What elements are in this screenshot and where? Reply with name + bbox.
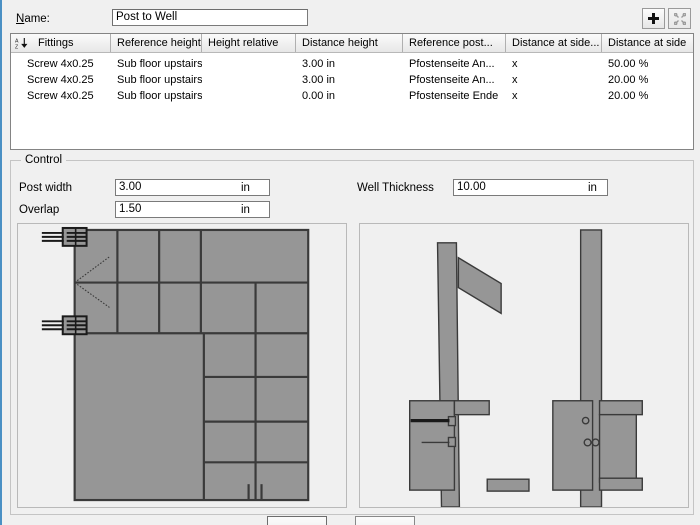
cell-reference-height: Sub floor upstairs (117, 90, 202, 102)
cell-distance-at-side-2: 20.00 % (608, 90, 649, 102)
cell-height-relative (202, 56, 296, 72)
delete-cross-icon (673, 12, 686, 25)
plan-view-body (73, 228, 310, 502)
cell-fittings: Screw 4x0.25 (27, 74, 94, 86)
control-group-title: Control (21, 154, 67, 166)
column-header-distance-height[interactable]: Distance height (296, 34, 403, 52)
cell-reference-post: Pfostenseite Ende (409, 90, 499, 102)
svg-text:A: A (15, 38, 19, 44)
post-width-label: Post width (19, 182, 73, 194)
post-width-unit: in (241, 182, 250, 194)
column-header-distance-at-side-1[interactable]: Distance at side... (506, 34, 602, 52)
screw-symbol-middle (41, 315, 88, 336)
footer-primary-button[interactable] (267, 516, 327, 525)
cell-distance-at-side-1: x (512, 90, 518, 102)
plan-view-panel[interactable] (17, 223, 347, 508)
table-body: Screw 4x0.25 Sub floor upstairs 3.00 in … (11, 56, 693, 104)
column-header-reference-height[interactable]: Reference height (111, 34, 202, 52)
well-thickness-unit: in (588, 182, 597, 194)
screw-symbol-top (41, 226, 88, 247)
well-thickness-label: Well Thickness (357, 182, 434, 194)
name-input[interactable] (112, 9, 308, 26)
svg-text:Z: Z (15, 44, 18, 49)
cell-reference-post: Pfostenseite An... (409, 58, 495, 70)
cell-height-relative (202, 88, 296, 104)
plus-icon (648, 13, 659, 24)
section-view-panel[interactable] (359, 223, 689, 508)
sort-az-descending-icon: A Z (15, 37, 28, 50)
delete-fitting-button[interactable] (668, 8, 691, 29)
table-header-row: A Z Fittings Reference height Height rel… (11, 34, 693, 53)
column-header-reference-post[interactable]: Reference post... (403, 34, 506, 52)
overlap-unit: in (241, 204, 250, 216)
cell-distance-height: 0.00 in (302, 90, 336, 102)
cell-fittings: Screw 4x0.25 (27, 58, 94, 70)
cell-distance-at-side-1: x (512, 74, 518, 86)
cell-reference-height: Sub floor upstairs (117, 74, 202, 86)
footer-secondary-button[interactable] (355, 516, 415, 525)
cell-reference-post: Pfostenseite An... (409, 74, 495, 86)
add-fitting-button[interactable] (642, 8, 665, 29)
cell-reference-height: Sub floor upstairs (117, 58, 202, 70)
name-label: Name: (16, 13, 50, 25)
cell-distance-height: 3.00 in (302, 74, 336, 86)
fittings-table[interactable]: A Z Fittings Reference height Height rel… (10, 33, 694, 150)
table-row[interactable]: Screw 4x0.25 Sub floor upstairs 3.00 in … (11, 72, 693, 88)
column-header-height-relative[interactable]: Height relative (202, 34, 296, 52)
name-label-text: ame: (24, 13, 50, 25)
section-right-assembly (552, 229, 643, 507)
table-row[interactable]: Screw 4x0.25 Sub floor upstairs 3.00 in … (11, 56, 693, 72)
control-group: Control Post width in Overlap in Well Th… (10, 154, 694, 515)
section-view-drawing (409, 229, 643, 507)
column-header-fittings[interactable]: A Z Fittings (11, 34, 111, 52)
plan-view-drawing (41, 226, 310, 502)
column-header-fittings-label: Fittings (38, 37, 74, 49)
cell-distance-at-side-2: 20.00 % (608, 74, 649, 86)
column-header-distance-at-side-2[interactable]: Distance at side (602, 34, 693, 52)
dialog-window: Name: A Z Fittings (0, 0, 700, 525)
well-thickness-input[interactable] (453, 179, 608, 196)
cell-fittings: Screw 4x0.25 (27, 90, 94, 102)
cell-distance-height: 3.00 in (302, 58, 336, 70)
table-row[interactable]: Screw 4x0.25 Sub floor upstairs 0.00 in … (11, 88, 693, 104)
overlap-label: Overlap (19, 204, 60, 216)
cell-height-relative (202, 72, 296, 88)
cell-distance-at-side-2: 50.00 % (608, 58, 649, 70)
cell-distance-at-side-1: x (512, 58, 518, 70)
section-left-assembly (409, 242, 530, 507)
